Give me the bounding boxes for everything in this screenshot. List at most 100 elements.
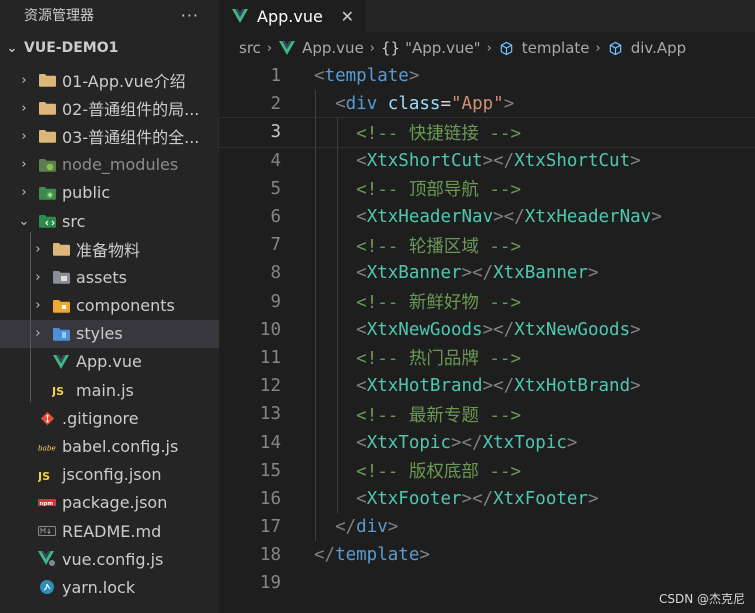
code-token: XtxHotBrand	[366, 376, 483, 397]
breadcrumb-src[interactable]: src	[239, 39, 261, 57]
line-number: 2	[270, 94, 281, 115]
breadcrumb-separator-icon: ›	[266, 40, 273, 56]
chevron-right-icon: ›	[35, 298, 41, 314]
code-line[interactable]: 13 <!-- 最新专题 -->	[219, 400, 755, 428]
breadcrumb-div[interactable]: div.App	[607, 39, 686, 57]
code-token: XtxShortCut	[514, 150, 631, 171]
tree-item-styles[interactable]: › styles	[0, 319, 219, 348]
code-token: <!-- 最新专题 -->	[356, 405, 521, 426]
line-number: 17	[259, 517, 281, 538]
code-line[interactable]: 1 <template>	[219, 62, 755, 90]
breadcrumb-file[interactable]: App.vue	[278, 39, 364, 57]
code-line[interactable]: 9 <!-- 新鲜好物 -->	[219, 288, 755, 316]
tree-item-components[interactable]: › components	[0, 292, 219, 320]
line-number: 7	[270, 235, 281, 256]
more-actions-icon[interactable]: ···	[181, 6, 199, 25]
explorer-header: 资源管理器 ···	[0, 0, 219, 30]
line-number: 1	[270, 66, 281, 87]
code-token: XtxHeaderNav	[524, 207, 652, 228]
breadcrumb-div-label: div.App	[630, 39, 687, 57]
line-number: 4	[270, 150, 281, 171]
close-icon[interactable]: ✕	[341, 7, 354, 26]
code-token: XtxFooter	[493, 488, 588, 509]
code-token: >	[587, 488, 599, 509]
tree-item-babel-config-js[interactable]: babel babel.config.js	[0, 432, 219, 460]
tree-item-01-app-vue介绍[interactable]: › 01-App.vue介绍	[0, 66, 219, 94]
breadcrumb-module-label: "App.vue"	[405, 39, 481, 57]
code-line[interactable]: 3 <!-- 快捷链接 -->	[218, 117, 755, 148]
tree-item-yarn-lock[interactable]: yarn.lock	[0, 573, 219, 601]
code-line[interactable]: 10 <XtxNewGoods></XtxNewGoods>	[219, 316, 755, 344]
code-line[interactable]: 4 <XtxShortCut></XtxShortCut>	[219, 147, 755, 175]
code-editor[interactable]: 1 <template> 2 <div class="App"> 3 <!-- 快捷链…	[218, 62, 755, 598]
chevron-right-icon: ›	[21, 72, 27, 88]
line-number: 10	[259, 319, 281, 340]
tree-item-label: .gitignore	[62, 408, 139, 428]
code-token: div	[345, 94, 378, 115]
breadcrumb-template[interactable]: template	[498, 39, 590, 57]
code-line[interactable]: 2 <div class="App">	[219, 90, 755, 118]
code-text: <!-- 最新专题 -->	[314, 402, 521, 427]
tree-item-node-modules[interactable]: › node_modules	[0, 151, 219, 179]
chevron-right-icon: ›	[35, 326, 41, 342]
tree-item-src[interactable]: ⌄ src	[0, 207, 219, 235]
editor-area: App.vue ✕ src › App.vue › {} "App.vue" ›…	[218, 0, 755, 613]
tree-item-gitignore[interactable]: .gitignore	[0, 404, 219, 432]
code-line[interactable]: 7 <!-- 轮播区域 -->	[219, 231, 755, 259]
line-number: 18	[259, 545, 281, 566]
line-number: 13	[259, 404, 281, 425]
tree-item-02-普通组件的局[interactable]: › 02-普通组件的局...	[0, 94, 219, 122]
code-token: ></	[493, 207, 525, 228]
code-token: <!-- 新鲜好物 -->	[356, 293, 521, 314]
explorer-sidebar: 资源管理器 ··· ⌄ VUE-DEMO1 › 01-App.vue介绍 › 02-普…	[0, 0, 219, 613]
code-token: </	[335, 517, 357, 538]
watermark: CSDN @杰克尼	[658, 592, 745, 606]
code-line[interactable]: 15 <!-- 版权底部 -->	[219, 457, 755, 485]
tree-item-vue-config-js[interactable]: vue.config.js	[0, 545, 219, 573]
tree-item-main-js[interactable]: JS main.js	[0, 376, 219, 404]
tree-item-label: public	[62, 183, 111, 203]
code-line[interactable]: 8 <XtxBanner></XtxBanner>	[219, 259, 755, 287]
project-root[interactable]: ⌄ VUE-DEMO1	[0, 30, 219, 66]
code-line[interactable]: 18 </template>	[219, 541, 755, 569]
folder-icon	[38, 99, 56, 117]
tab-app-vue[interactable]: App.vue ✕	[219, 0, 366, 32]
chevron-right-icon: ›	[21, 157, 27, 173]
code-token: <	[356, 376, 367, 397]
code-line[interactable]: 16 <XtxFooter></XtxFooter>	[219, 485, 755, 513]
file-tree: › 01-App.vue介绍 › 02-普通组件的局... › 03-普通组件的全... ›…	[0, 66, 219, 602]
code-line[interactable]: 14 <XtxTopic></XtxTopic>	[219, 428, 755, 456]
tree-item-jsconfig-json[interactable]: JS jsconfig.json	[0, 461, 219, 489]
tree-item-label: jsconfig.json	[62, 465, 162, 485]
folder-icon	[38, 71, 56, 89]
tree-item-03-普通组件的全[interactable]: › 03-普通组件的全...	[0, 122, 219, 150]
code-text: <XtxTopic></XtxTopic>	[314, 433, 577, 453]
code-line[interactable]: 5 <!-- 顶部导航 -->	[219, 175, 755, 203]
assets-folder-icon	[52, 268, 70, 286]
chevron-right-icon: ›	[21, 128, 27, 144]
tree-item-assets[interactable]: › assets	[0, 263, 219, 291]
breadcrumb-module[interactable]: {} "App.vue"	[381, 39, 481, 57]
folder-icon	[38, 127, 56, 145]
line-number: 5	[270, 178, 281, 199]
tree-item-package-json[interactable]: npm package.json	[0, 489, 219, 517]
code-line[interactable]: 6 <XtxHeaderNav></XtxHeaderNav>	[219, 203, 755, 231]
code-line[interactable]: 11 <!-- 热门品牌 -->	[219, 344, 755, 372]
tree-item-readme-md[interactable]: README.md	[0, 517, 219, 545]
tree-item-public[interactable]: › public	[0, 179, 219, 207]
tree-item-app-vue[interactable]: App.vue	[0, 348, 219, 376]
code-line[interactable]: 17 </div>	[219, 513, 755, 541]
code-line[interactable]: 12 <XtxHotBrand></XtxHotBrand>	[219, 372, 755, 400]
code-text: <XtxHeaderNav></XtxHeaderNav>	[314, 207, 662, 227]
svg-text:npm: npm	[40, 501, 54, 507]
code-token: <	[356, 488, 367, 509]
code-token: <!-- 轮播区域 -->	[356, 236, 521, 257]
tree-item-准备物料[interactable]: › 准备物料	[0, 235, 219, 263]
tree-item-label: components	[76, 296, 175, 316]
code-token: <	[356, 432, 367, 453]
